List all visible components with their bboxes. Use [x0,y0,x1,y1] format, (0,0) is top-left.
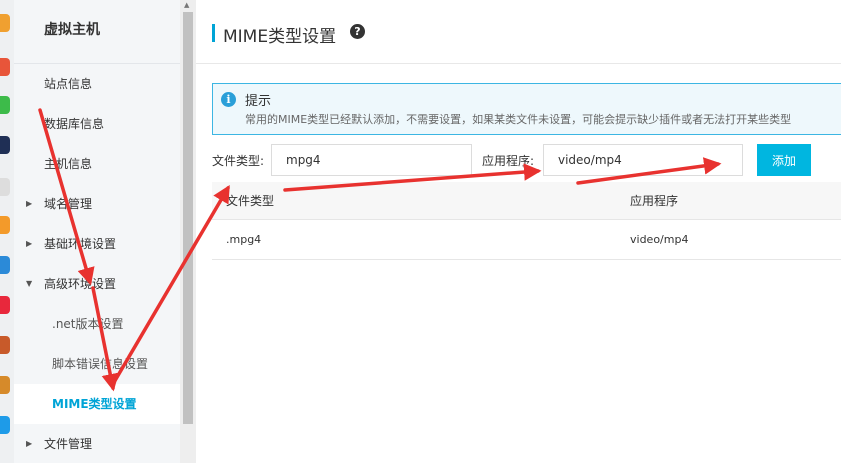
app-label: 应用程序: [482,154,535,168]
sidebar: 虚拟主机 站点信息 数据库信息 主机信息 ▶ 域名管理 ▶ 基础环境设置 ▼ 高… [14,0,180,463]
sidebar-item-file-management[interactable]: ▶ 文件管理 [14,424,180,464]
sidebar-item-script-error[interactable]: 脚本错误信息设置 [14,344,180,384]
main-content: MIME类型设置 ? i 提示 常用的MIME类型已经默认添加，不需要设置，如果… [196,0,841,463]
tip-text: 常用的MIME类型已经默认添加，不需要设置，如果某类文件未设置，可能会提示缺少插… [245,113,792,126]
sidebar-item-label: 主机信息 [44,157,93,171]
sidebar-item-dotnet-version[interactable]: .net版本设置 [14,304,180,344]
sidebar-item-label: MIME类型设置 [52,397,137,411]
sidebar-item-domain-management[interactable]: ▶ 域名管理 [14,184,180,224]
question-circle-icon[interactable]: ? [350,24,365,39]
app-icon[interactable] [0,216,10,234]
column-header-file-type: 文件类型 [226,194,275,208]
sidebar-item-advanced-env[interactable]: ▼ 高级环境设置 [14,264,180,304]
sidebar-item-mime-type[interactable]: MIME类型设置 [14,384,180,424]
caret-right-icon: ▶ [26,439,33,448]
sidebar-item-label: 基础环境设置 [44,237,117,251]
caret-right-icon: ▶ [26,239,33,248]
sidebar-item-label: 域名管理 [44,197,93,211]
sidebar-item-label: .net版本设置 [52,317,124,331]
app-icon[interactable] [0,178,10,196]
file-type-label: 文件类型: [212,154,265,168]
sidebar-item-basic-env[interactable]: ▶ 基础环境设置 [14,224,180,264]
file-type-input[interactable] [271,144,472,176]
table-row: .mpg4 video/mp4 [212,220,841,260]
sidebar-item-label: 数据库信息 [44,117,105,131]
scrollbar-thumb[interactable] [183,12,193,424]
app-icon[interactable] [0,416,10,434]
add-button[interactable]: 添加 [757,144,811,176]
title-accent-bar [212,24,215,42]
sidebar-title: 虚拟主机 [44,22,100,38]
caret-right-icon: ▶ [26,199,33,208]
app-icon[interactable] [0,96,10,114]
info-icon: i [221,92,236,107]
sidebar-item-label: 站点信息 [44,77,93,91]
caret-down-icon: ▼ [26,279,33,288]
app-icon[interactable] [0,336,10,354]
app-launcher-strip [0,0,14,463]
cell-file-type: .mpg4 [226,233,262,246]
sidebar-item-label: 高级环境设置 [44,277,117,291]
header-divider [196,63,841,64]
table-header: 文件类型 应用程序 [212,182,841,220]
sidebar-item-site-info[interactable]: 站点信息 [14,64,180,104]
app-icon[interactable] [0,136,10,154]
sidebar-item-label: 文件管理 [44,437,93,451]
app-icon[interactable] [0,14,10,32]
column-header-application: 应用程序 [630,194,679,208]
sidebar-item-label: 脚本错误信息设置 [52,357,149,371]
application-input[interactable] [543,144,743,176]
scroll-up-arrow-icon[interactable]: ▲ [184,0,189,10]
tip-title: 提示 [245,94,272,109]
app-icon[interactable] [0,376,10,394]
sidebar-item-host-info[interactable]: 主机信息 [14,144,180,184]
sidebar-item-database-info[interactable]: 数据库信息 [14,104,180,144]
app-icon[interactable] [0,58,10,76]
page-title: MIME类型设置 [223,27,337,47]
app-icon[interactable] [0,256,10,274]
tip-box: i 提示 常用的MIME类型已经默认添加，不需要设置，如果某类文件未设置，可能会… [212,83,841,135]
cell-application: video/mp4 [630,233,689,246]
app-icon[interactable] [0,296,10,314]
